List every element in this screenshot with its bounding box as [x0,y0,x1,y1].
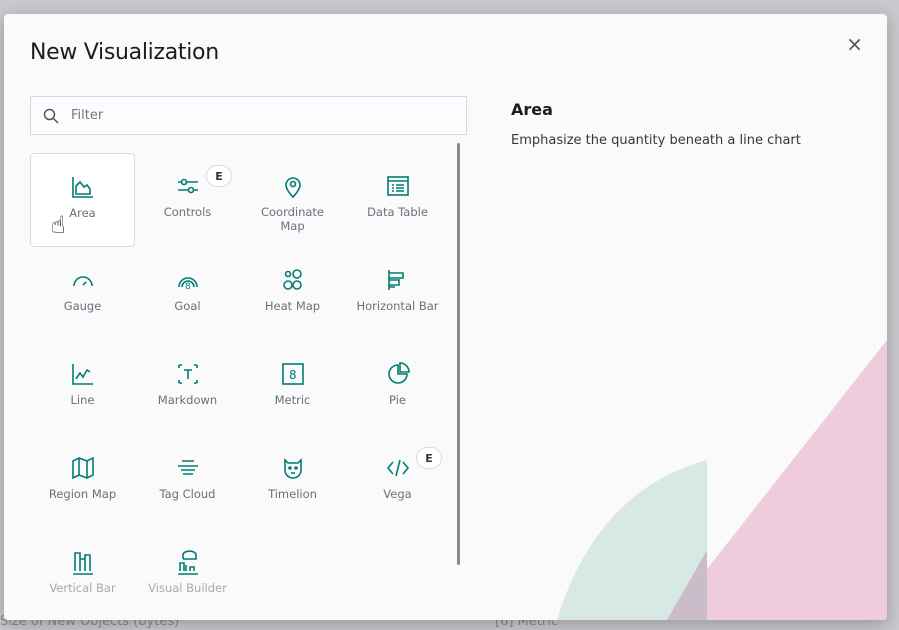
tag-cloud-icon [177,460,198,475]
vis-type-label: Data Table [367,205,428,219]
svg-text:8: 8 [185,282,191,292]
filter-field[interactable] [30,96,467,135]
vis-type-label: Goal [174,299,201,313]
preview-title: Area [511,100,553,119]
scrollbar[interactable] [457,143,460,565]
gauge-icon [72,276,93,287]
vis-type-vertical-bar[interactable]: Vertical Bar [30,529,135,620]
vertical-bar-icon [72,552,93,575]
vis-type-label: Heat Map [264,299,321,313]
vis-type-coordinate-map[interactable]: Coordinate Map [240,153,345,247]
decorative-illustration [557,340,887,620]
vis-type-tag-cloud[interactable]: Tag Cloud [135,435,240,529]
vis-type-vega[interactable]: Vega E [345,435,450,529]
vis-type-markdown[interactable]: Markdown [135,341,240,435]
visualization-type-grid: Area ☝ Controls E Coordinate Map Data Table Ga… [30,153,450,620]
vega-code-icon [386,459,409,477]
metric-icon: 8 [281,363,304,385]
close-button[interactable]: × [846,32,863,56]
vis-type-label: Region Map [48,487,117,501]
vis-type-metric[interactable]: 8 Metric [240,341,345,435]
vis-type-label: Vertical Bar [49,581,116,595]
vis-type-region-map[interactable]: Region Map [30,435,135,529]
vis-type-visual-builder[interactable]: Visual Builder [135,529,240,620]
line-chart-icon [71,364,93,385]
experimental-badge: E [206,165,232,187]
modal-title: New Visualization [30,40,219,65]
horizontal-bar-icon [387,270,404,290]
vis-type-line[interactable]: Line [30,341,135,435]
vis-type-timelion[interactable]: Timelion [240,435,345,529]
experimental-badge: E [416,447,442,469]
hand-cursor-icon: ☝ [51,211,66,239]
vis-type-data-table[interactable]: Data Table [345,153,450,247]
vis-type-gauge[interactable]: Gauge [30,247,135,341]
filter-input[interactable] [71,108,241,123]
vis-type-label: Metric [274,393,311,407]
heatmap-icon [282,269,302,290]
vis-type-label: Controls [163,205,212,219]
search-icon [43,108,59,124]
vis-type-label: Vega [383,487,412,501]
vis-type-label: Pie [389,393,406,407]
vis-type-controls[interactable]: Controls E [135,153,240,247]
vis-type-heat-map[interactable]: Heat Map [240,247,345,341]
timelion-icon [283,458,302,479]
visual-builder-icon [177,550,198,575]
vis-type-area[interactable]: Area ☝ [30,153,135,247]
vis-type-label: Line [70,393,95,407]
pie-icon [387,362,410,384]
markdown-icon [177,364,198,384]
vis-type-pie[interactable]: Pie [345,341,450,435]
vis-type-goal[interactable]: 8 Goal [135,247,240,341]
preview-description: Emphasize the quantity beneath a line ch… [511,133,801,148]
svg-text:8: 8 [289,368,297,382]
goal-icon: 8 [177,277,198,292]
controls-icon [177,178,198,194]
new-visualization-modal: New Visualization × Area☝ControlsECoordi… [4,14,887,620]
vis-type-label: Markdown [157,393,218,407]
vis-type-label: Visual Builder [148,581,227,595]
vis-type-label: Area [69,206,96,220]
vis-type-label: Coordinate Map [260,205,325,233]
vis-type-label: Horizontal Bar [356,299,439,313]
region-map-icon [71,456,94,480]
vis-type-horizontal-bar[interactable]: Horizontal Bar [345,247,450,341]
vis-type-label: Gauge [63,299,102,313]
vis-type-label: Tag Cloud [159,487,216,501]
area-chart-icon [71,177,93,198]
table-icon [386,176,409,196]
map-pin-icon [284,177,301,199]
vis-type-label: Timelion [268,487,317,501]
